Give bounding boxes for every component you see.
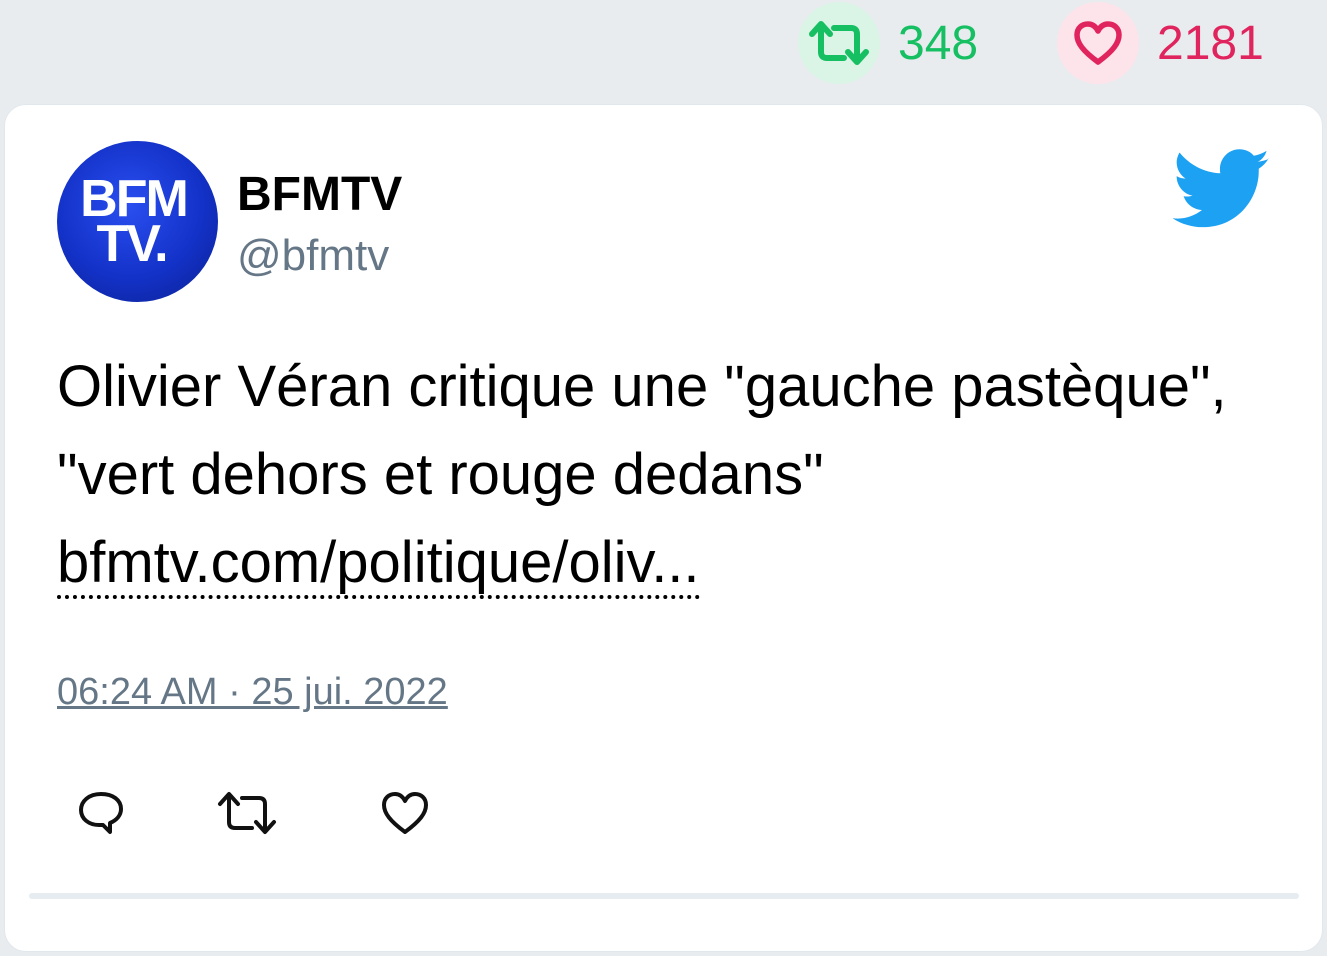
retweet-count: 348 — [898, 16, 979, 70]
heart-icon — [380, 790, 430, 841]
retweet-icon — [216, 790, 278, 841]
stats-bar: 348 2181 — [0, 0, 1327, 100]
avatar-logo-line2: TV. — [96, 214, 168, 273]
like-stat: 2181 — [1057, 2, 1264, 84]
reply-button[interactable] — [71, 785, 131, 845]
retweet-icon — [798, 2, 880, 84]
tweet-body: Olivier Véran critique une "gauche pastè… — [57, 354, 1227, 507]
tweet-text: Olivier Véran critique une "gauche pastè… — [57, 343, 1297, 607]
divider — [29, 893, 1299, 899]
like-button[interactable] — [375, 785, 435, 845]
reply-icon — [77, 790, 125, 841]
retweet-stat: 348 — [798, 2, 978, 84]
author-handle[interactable]: @bfmtv — [237, 231, 389, 281]
twitter-bird-icon[interactable] — [1172, 149, 1271, 229]
retweet-button[interactable] — [217, 785, 277, 845]
author-name[interactable]: BFMTV — [237, 167, 402, 222]
avatar[interactable]: BFM TV. — [57, 141, 218, 302]
tweet-card: BFM TV. BFMTV @bfmtv Olivier Véran criti… — [4, 104, 1323, 952]
like-count: 2181 — [1157, 16, 1264, 70]
tweet-timestamp[interactable]: 06:24 AM · 25 jui. 2022 — [57, 671, 448, 714]
tweet-link[interactable]: bfmtv.com/politique/oliv... — [57, 530, 700, 599]
heart-icon — [1057, 2, 1139, 84]
